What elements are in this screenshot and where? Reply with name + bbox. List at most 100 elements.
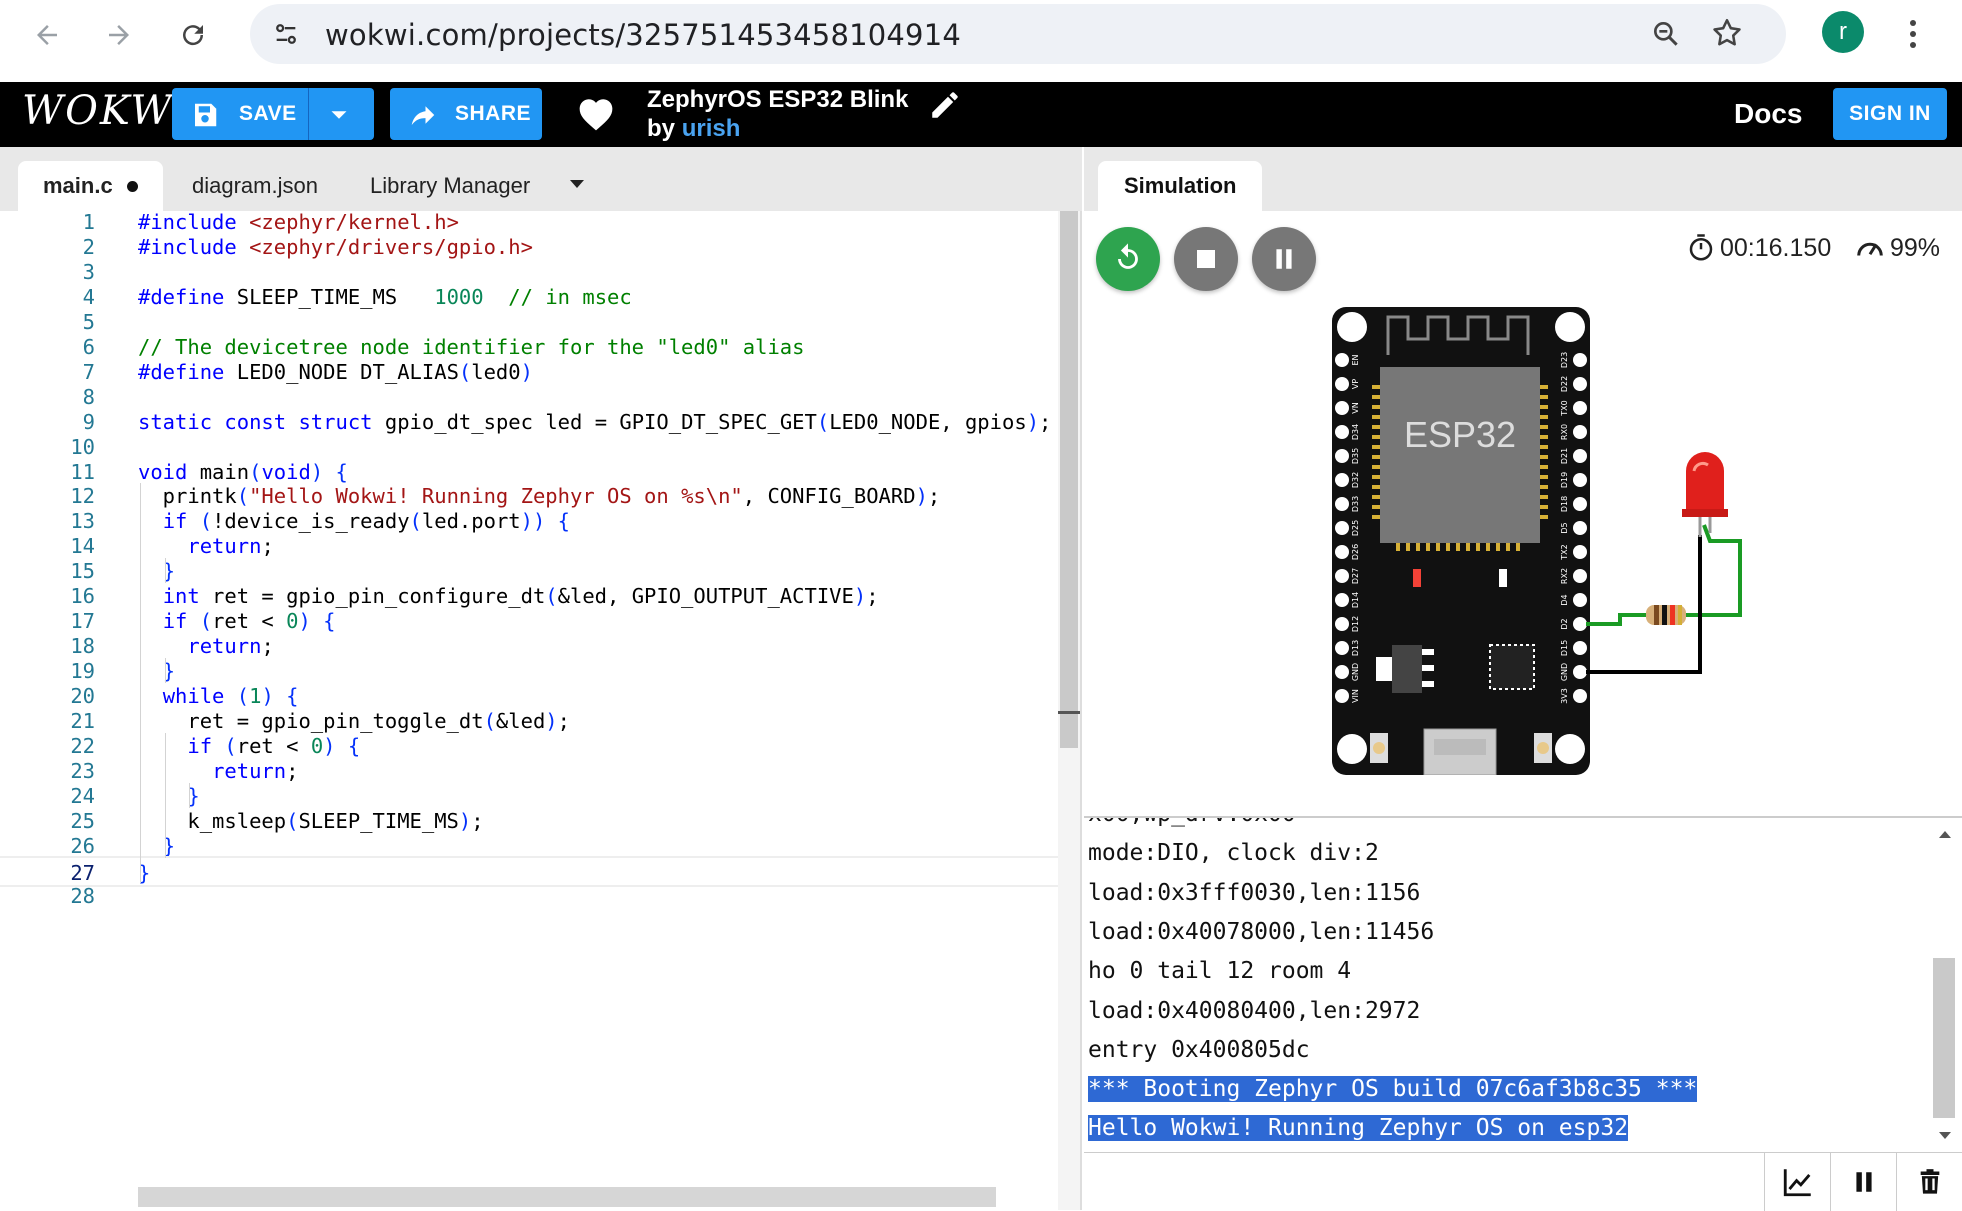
forward-arrow-icon[interactable] (96, 12, 142, 58)
serial-scrollbar-thumb[interactable] (1933, 958, 1955, 1118)
pin-label: RX2 (1560, 568, 1569, 584)
pin-label: D22 (1560, 376, 1569, 392)
pin-label: D34 (1351, 424, 1360, 440)
pin-label: 3V3 (1560, 688, 1569, 704)
sign-in-button[interactable]: SIGN IN (1833, 88, 1947, 140)
plotter-button[interactable] (1764, 1153, 1830, 1211)
serial-monitor: x00,wp_drv:0x00 mode:DIO, clock div:2 load… (1084, 816, 1962, 1211)
code-editor[interactable]: 1 #include <zephyr/kernel.h> 2 #include <ze… (0, 211, 1058, 1210)
simulation-pane: Simulation 00:16.150 99% ESP32 EN VP VN … (1084, 147, 1962, 1211)
pin-label: D25 (1351, 520, 1360, 536)
pin-label: EN (1351, 354, 1360, 365)
pause-simulation-button[interactable] (1252, 227, 1316, 291)
pin-label: VP (1351, 379, 1360, 389)
app-header: WOKWi SAVE SHARE ZephyrOS ESP32 Blink by… (0, 82, 1962, 147)
pin-label: VN (1351, 402, 1360, 413)
esp32-circuit[interactable]: ESP32 EN VP VN D34 D35 D32 D33 D25 D26 D27 D14 D12 D… (1330, 305, 1790, 775)
pin-label: D19 (1560, 472, 1569, 488)
pin-label: D23 (1560, 352, 1569, 368)
more-vert-icon[interactable] (1898, 12, 1928, 56)
tab-library-manager[interactable]: Library Manager (370, 161, 530, 211)
caret-down-icon[interactable] (566, 177, 588, 191)
serial-input[interactable] (1084, 1152, 1764, 1210)
ground-wire[interactable] (1586, 535, 1702, 674)
indent-guide (189, 782, 191, 808)
serial-tools (1764, 1152, 1962, 1211)
serial-line: Hello Wokwi! Running Zephyr OS on esp32 (1088, 1115, 1629, 1142)
scroll-down-icon[interactable] (1937, 1130, 1953, 1142)
address-bar[interactable]: wokwi.com/projects/325751453458104914 (250, 4, 1786, 64)
pin-label: RX0 (1560, 424, 1569, 440)
star-icon[interactable] (1710, 16, 1744, 55)
serial-line: entry 0x400805dc (1088, 1036, 1310, 1063)
pause-serial-button[interactable] (1830, 1153, 1896, 1211)
scroll-position-marker (1058, 711, 1080, 714)
share-arrow-icon (411, 106, 435, 125)
serial-line: ho 0 tail 12 room 4 (1088, 958, 1352, 985)
reload-icon[interactable] (170, 12, 216, 58)
tab-simulation[interactable]: Simulation (1098, 161, 1263, 211)
pin-label: D33 (1351, 496, 1360, 512)
serial-line: x00,wp_drv:0x00 (1088, 818, 1296, 832)
zoom-icon[interactable] (1650, 18, 1682, 55)
serial-output[interactable]: x00,wp_drv:0x00 mode:DIO, clock div:2 load… (1088, 818, 1928, 1148)
timer-value: 00:16.150 (1720, 233, 1832, 262)
pin-label: TX0 (1560, 400, 1569, 416)
site-info-icon[interactable] (266, 14, 306, 54)
simulation-canvas[interactable]: 00:16.150 99% ESP32 EN VP VN D34 D35 D32… (1084, 211, 1962, 816)
simulation-tabs: Simulation (1084, 147, 1962, 211)
stopwatch-icon (1689, 234, 1713, 261)
avatar[interactable]: r (1822, 11, 1864, 53)
serial-line: load:0x3fff0030,len:1156 (1088, 879, 1421, 906)
back-arrow-icon[interactable] (24, 12, 70, 58)
pin-label: D35 (1351, 448, 1360, 464)
trash-icon (1920, 1169, 1939, 1194)
editor-vertical-scrollbar[interactable] (1058, 211, 1080, 1210)
editor-horizontal-scrollbar[interactable] (138, 1187, 996, 1207)
stop-simulation-button[interactable] (1174, 227, 1238, 291)
heart-icon[interactable] (576, 96, 616, 132)
pin-label: D2 (1560, 618, 1569, 629)
serial-scrollbar[interactable] (1929, 818, 1959, 1148)
wokwi-logo[interactable]: WOKWi (22, 88, 188, 134)
docs-link[interactable]: Docs (1734, 98, 1802, 130)
tab-diagram-json[interactable]: diagram.json (192, 161, 318, 211)
pin-label: D32 (1351, 472, 1360, 488)
simulation-timer: 00:16.150 (1686, 233, 1831, 263)
url-text[interactable]: wokwi.com/projects/325751453458104914 (325, 18, 961, 52)
pin-label: D18 (1560, 496, 1569, 512)
editor-pane: main.c diagram.json Library Manager 1 #in… (0, 147, 1082, 1210)
tab-label: Library Manager (370, 173, 531, 198)
signal-wire[interactable] (1586, 613, 1646, 626)
indent-guide (164, 558, 166, 584)
scrollbar-thumb[interactable] (1060, 211, 1078, 748)
simulation-performance: 99% (1854, 233, 1940, 263)
led-wire[interactable] (1686, 524, 1742, 617)
performance-value: 99% (1890, 233, 1941, 262)
code-line[interactable]: 28 (0, 881, 1058, 912)
author-link[interactable]: urish (682, 115, 741, 142)
line-number: 28 (70, 883, 95, 908)
scroll-up-icon[interactable] (1937, 828, 1953, 840)
share-button[interactable]: SHARE (390, 88, 542, 140)
pin-label: D15 (1560, 640, 1569, 656)
pin-label: D12 (1351, 616, 1360, 632)
red-led[interactable] (1682, 452, 1728, 537)
share-label: SHARE (455, 102, 532, 125)
indent-guide (164, 658, 166, 684)
tab-main-c[interactable]: main.c (18, 161, 163, 211)
clear-serial-button[interactable] (1896, 1153, 1962, 1211)
board-label: ESP32 (1404, 414, 1516, 455)
esp32-module (1380, 367, 1540, 543)
project-byline: by urish (647, 115, 740, 143)
serial-line: load:0x40078000,len:11456 (1088, 918, 1435, 945)
save-button[interactable]: SAVE (172, 88, 374, 140)
speedometer-icon (1857, 242, 1883, 256)
pin-label: GND (1351, 663, 1360, 681)
pencil-icon[interactable] (928, 88, 962, 122)
pin-label: D5 (1560, 522, 1569, 533)
restart-simulation-button[interactable] (1096, 227, 1160, 291)
pin-label: D4 (1560, 594, 1569, 605)
pause-icon (1855, 1172, 1872, 1192)
chevron-down-icon[interactable] (324, 100, 354, 130)
